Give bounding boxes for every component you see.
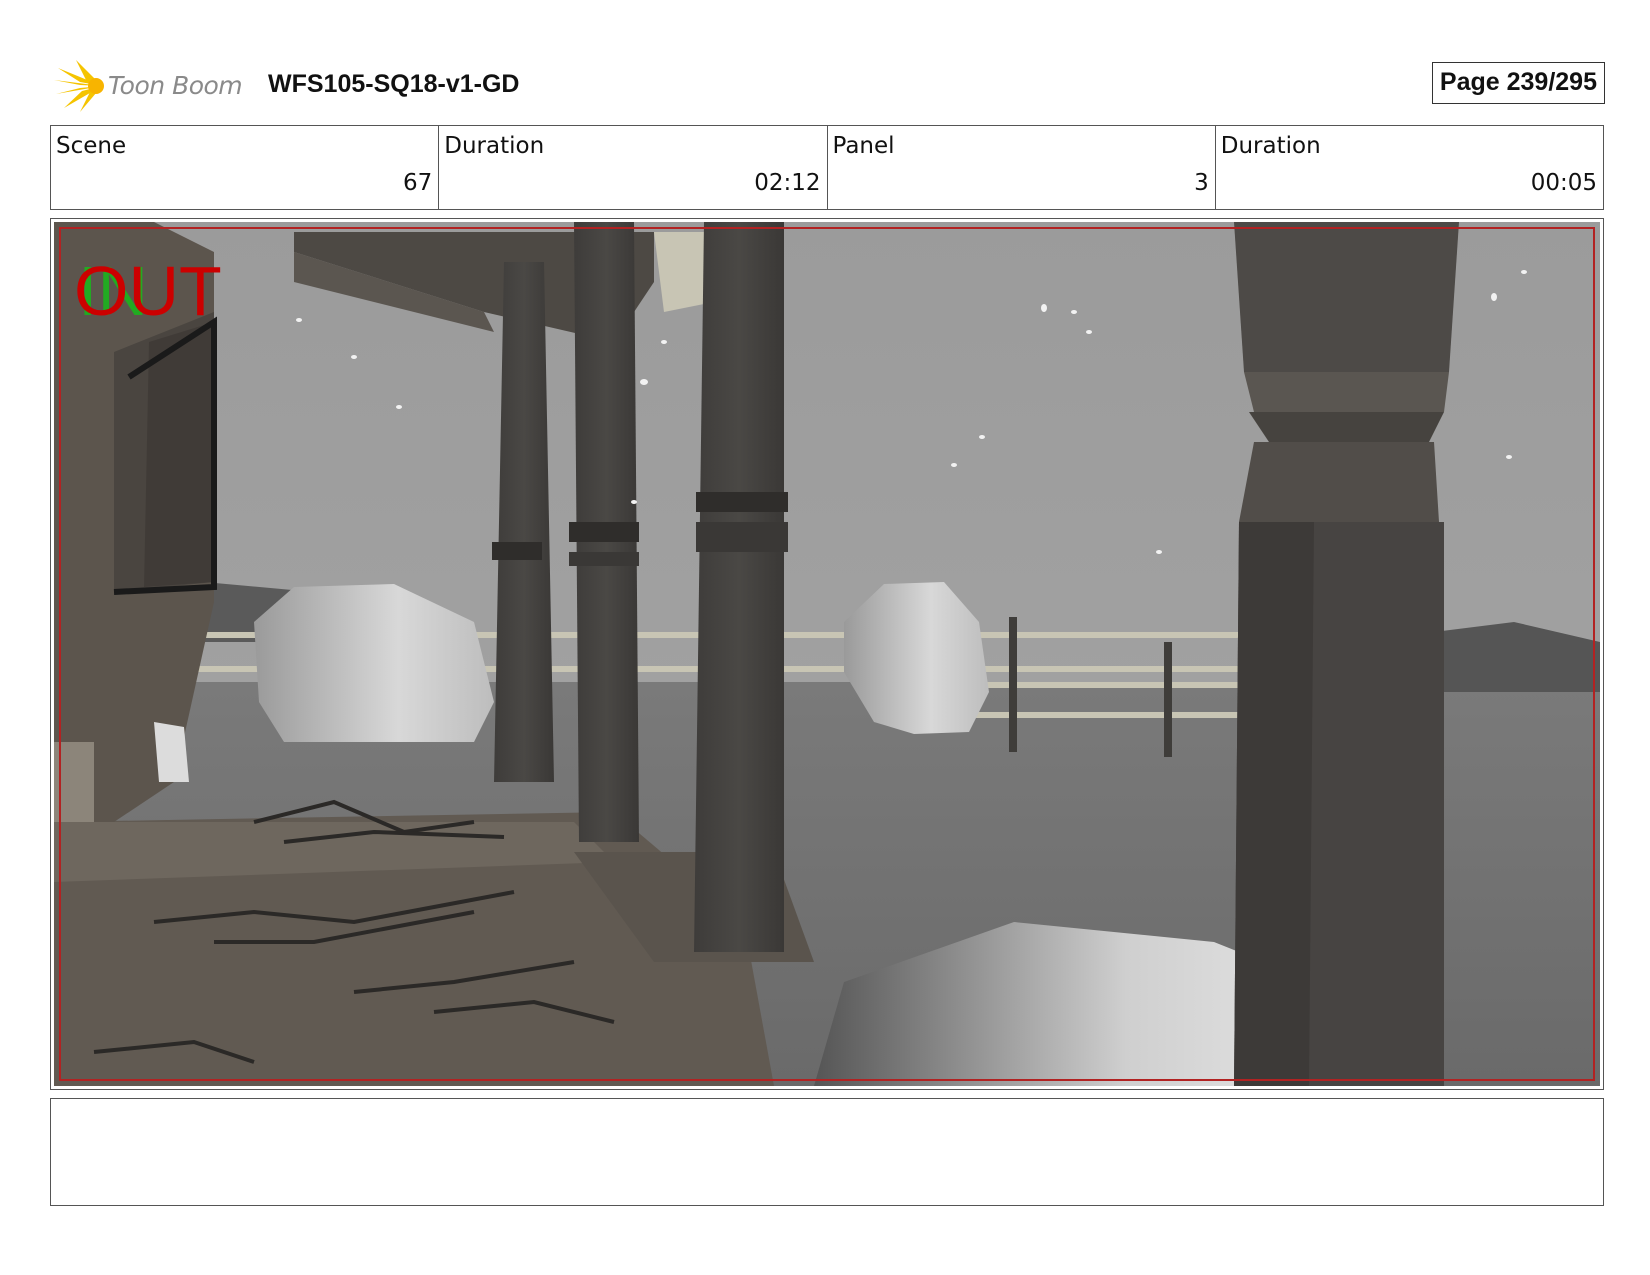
project-title: WFS105-SQ18-v1-GD [268, 70, 520, 98]
panel-overlay-out: OUT [74, 252, 222, 330]
panel-image: IN OUT [54, 222, 1600, 1086]
toon-boom-logo: Toon Boom [50, 58, 250, 114]
panel-duration-label: Duration [1220, 133, 1321, 159]
scene-cell: Scene 67 [51, 126, 440, 209]
storyboard-header: Toon Boom WFS105-SQ18-v1-GD Page 239/295 [50, 54, 1605, 118]
scene-duration-value: 02:12 [754, 170, 821, 196]
panel-frame: IN OUT [50, 218, 1604, 1090]
panel-cell: Panel 3 [828, 126, 1216, 209]
scene-value: 67 [402, 170, 433, 196]
page-number: Page 239/295 [1431, 62, 1605, 104]
panel-notes-box [50, 1098, 1604, 1206]
scene-label: Scene [56, 133, 127, 159]
logo-text: Toon Boom [108, 71, 243, 100]
scene-duration-label: Duration [444, 133, 545, 159]
panel-duration-cell: Duration 00:05 [1216, 126, 1603, 209]
panel-value: 3 [1194, 170, 1209, 196]
scene-info-table: Scene 67 Duration 02:12 Panel 3 Duration… [50, 125, 1604, 210]
starburst-icon [54, 60, 104, 112]
panel-label: Panel [832, 133, 895, 159]
panel-duration-value: 00:05 [1530, 170, 1597, 196]
scene-duration-cell: Duration 02:12 [439, 126, 828, 209]
